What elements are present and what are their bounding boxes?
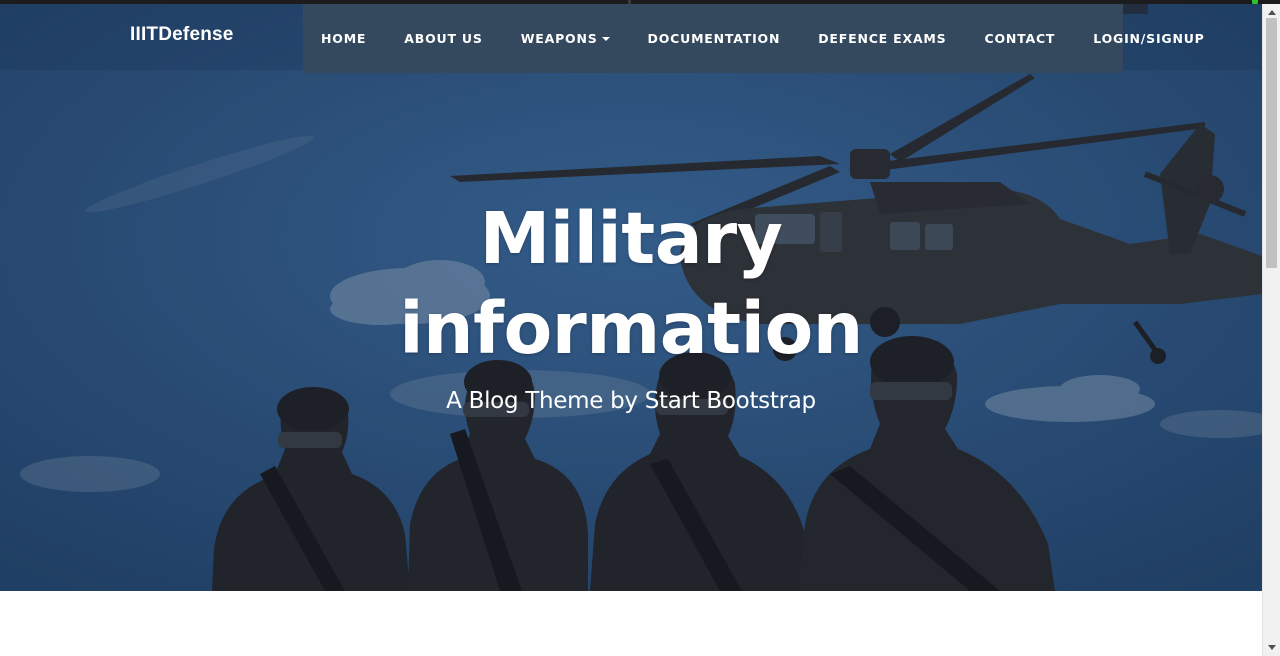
nav-item-label: DEFENCE EXAMS [818,31,947,46]
scrollbar-thumb[interactable] [1266,18,1277,268]
nav-item-documentation[interactable]: DOCUMENTATION [648,31,781,46]
hero-title-line1: Military [479,197,783,280]
brand-logo-link[interactable]: IIITDefense [130,24,234,46]
hero-heading: Military information A Blog Theme by Sta… [0,194,1262,414]
nav-item-label: WEAPONS [520,31,598,46]
vertical-scrollbar[interactable] [1262,4,1280,656]
hero-title-line2: information [399,287,863,370]
hero-header: Military information A Blog Theme by Sta… [0,4,1262,591]
nav-item-label: CONTACT [984,31,1056,46]
scroll-down-arrow-icon[interactable] [1268,645,1276,650]
page: Military information A Blog Theme by Sta… [0,4,1262,656]
nav-menu: HOME ABOUT US WEAPONS DOCUMENTATION DEFE… [303,4,1204,73]
nav-item-home[interactable]: HOME [321,31,366,46]
nav-item-about-us[interactable]: ABOUT US [404,31,482,46]
main-navbar: IIITDefense HOME ABOUT US WEAPONS DOCUME… [0,4,1262,73]
nav-item-label: HOME [321,31,367,46]
nav-item-label: DOCUMENTATION [647,31,781,46]
nav-item-contact[interactable]: CONTACT [984,31,1055,46]
caret-down-icon [601,36,610,41]
scroll-up-arrow-icon[interactable] [1268,10,1276,15]
nav-item-label: LOGIN/SIGNUP [1093,31,1205,46]
hero-title: Military information [0,194,1262,374]
nav-item-weapons-dropdown[interactable]: WEAPONS [521,31,610,46]
nav-item-label: ABOUT US [404,31,483,46]
nav-item-login-signup[interactable]: LOGIN/SIGNUP [1093,31,1204,46]
nav-item-defence-exams[interactable]: DEFENCE EXAMS [818,31,946,46]
hero-subtitle: A Blog Theme by Start Bootstrap [446,388,816,414]
